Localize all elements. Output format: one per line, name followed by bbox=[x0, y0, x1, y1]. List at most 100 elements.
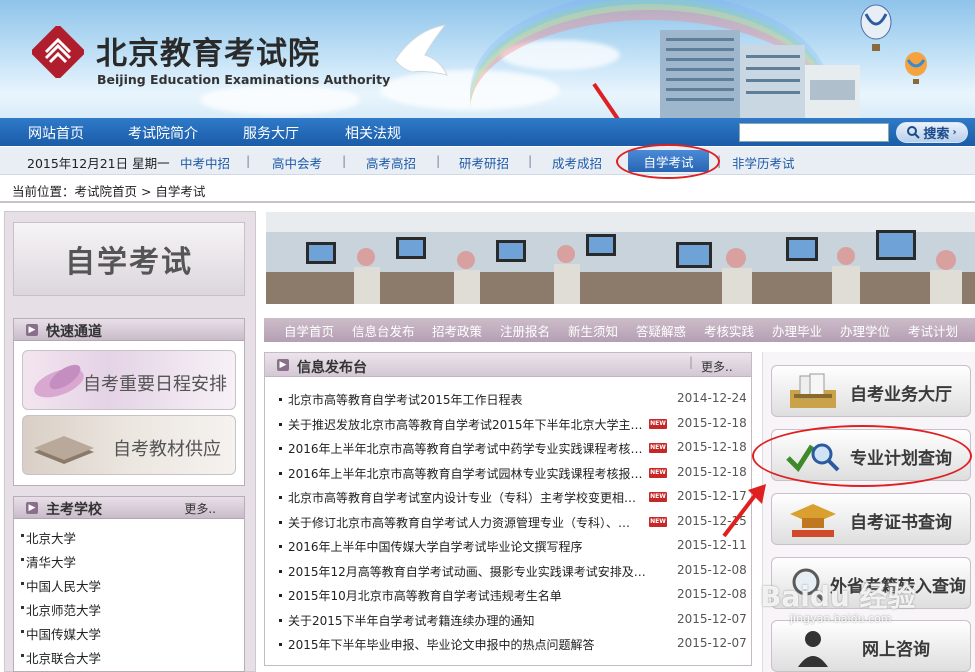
search-input[interactable] bbox=[739, 123, 889, 142]
chevron-right-icon: › bbox=[952, 127, 957, 138]
more-link[interactable]: 更多.. bbox=[184, 500, 216, 517]
news-title[interactable]: 2015年下半年毕业申报、毕业论文申报中的热点问题解答 bbox=[288, 636, 595, 653]
search-icon bbox=[907, 126, 921, 139]
baidu-watermark: Baidu 经验 bbox=[760, 580, 916, 613]
new-badge-icon: NEW bbox=[649, 492, 667, 502]
news-item[interactable]: 2015年10月北京市高等教育自学考试违规考生名单 2015-12-08 bbox=[279, 587, 749, 605]
news-title[interactable]: 2015年12月高等教育自学考试动画、摄影专业实践课考试安排及… bbox=[288, 563, 646, 580]
section-menu: 自学首页 信息台发布 招考政策 注册报名 新生须知 答疑解惑 考核实践 办理毕业… bbox=[264, 318, 975, 342]
bullet-icon bbox=[279, 398, 282, 401]
school-link[interactable]: 中国人民大学 bbox=[20, 576, 101, 595]
menu-item[interactable]: 办理毕业 bbox=[772, 321, 822, 340]
nav-item-about[interactable]: 考试院简介 bbox=[128, 123, 198, 143]
news-date: 2015-12-07 bbox=[677, 636, 747, 650]
school-link[interactable]: 北京联合大学 bbox=[20, 648, 101, 667]
menu-item[interactable]: 自学首页 bbox=[284, 321, 334, 340]
news-item[interactable]: 2016年上半年北京市高等教育自学考试中药学专业实践课程考核… NEW 2015-1… bbox=[279, 440, 749, 458]
panel-header: ▶ 主考学校 更多.. bbox=[14, 497, 244, 519]
tab-non-degree[interactable]: 非学历考试 bbox=[732, 153, 795, 172]
news-date: 2015-12-18 bbox=[677, 415, 747, 430]
news-item[interactable]: 2015年12月高等教育自学考试动画、摄影专业实践课考试安排及… 2015-12-… bbox=[279, 563, 749, 581]
nav-item-home[interactable]: 网站首页 bbox=[28, 123, 84, 143]
new-badge-icon: NEW bbox=[649, 516, 667, 527]
tab-chengkao[interactable]: 成考成招 bbox=[552, 153, 602, 172]
nav-item-regulations[interactable]: 相关法规 bbox=[345, 123, 401, 143]
site-title-en: Beijing Education Examinations Authority bbox=[97, 72, 391, 87]
menu-item[interactable]: 注册报名 bbox=[500, 321, 550, 340]
breadcrumb: 当前位置：考试院首页 > 自学考试 bbox=[12, 184, 206, 199]
bullet-icon bbox=[279, 422, 282, 426]
menu-item[interactable]: 答疑解惑 bbox=[636, 321, 686, 340]
current-date: 2015年12月21日 星期一 bbox=[27, 156, 170, 171]
watermark-url: jingyan.baidu.com bbox=[790, 612, 892, 625]
certificate-query-button[interactable]: 自考证书查询 bbox=[771, 493, 971, 545]
news-title[interactable]: 2016年上半年北京市高等教育自学考试中药学专业实践课程考核… bbox=[288, 440, 643, 457]
bullet-icon bbox=[279, 496, 282, 499]
bullet-icon bbox=[279, 618, 282, 622]
news-title[interactable]: 北京市高等教育自学考试2015年工作日程表 bbox=[288, 391, 523, 408]
news-date: 2015-12-08 bbox=[677, 587, 747, 601]
bullet-icon bbox=[279, 447, 282, 450]
menu-item[interactable]: 新生须知 bbox=[568, 321, 618, 340]
bullet-icon bbox=[279, 643, 282, 646]
news-title[interactable]: 2016年上半年北京市高等教育自学考试园林专业实践课程考核报… bbox=[288, 465, 643, 482]
news-title[interactable]: 2015年10月北京市高等教育自学考试违规考生名单 bbox=[288, 587, 562, 604]
building-icon bbox=[660, 30, 860, 118]
news-title[interactable]: 关于2015下半年自学考试考籍连续办理的通知 bbox=[288, 612, 535, 629]
quick-link-textbooks[interactable]: 自考教材供应 bbox=[22, 415, 236, 475]
new-badge-icon: NEW bbox=[649, 443, 667, 453]
nav-item-service-hall[interactable]: 服务大厅 bbox=[243, 123, 299, 143]
search-button[interactable]: 搜索 › bbox=[896, 122, 968, 143]
news-panel: ▶ 信息发布台 | 更多.. 北京市高等教育自学考试2015年工作日程表 2014… bbox=[264, 352, 752, 666]
online-consult-button[interactable]: 网上咨询 bbox=[771, 620, 971, 672]
school-link[interactable]: 北京大学 bbox=[20, 528, 76, 547]
school-link[interactable]: 清华大学 bbox=[20, 552, 76, 571]
news-item[interactable]: 2016年上半年北京市高等教育自学考试园林专业实践课程考核报… NEW 2015-1… bbox=[279, 465, 749, 483]
tab-zhongkao[interactable]: 中考中招 bbox=[180, 153, 230, 172]
tab-divider: | bbox=[528, 153, 533, 168]
news-item[interactable]: 2016年上半年中国传媒大学自学考试毕业论文撰写程序 2015-12-11 bbox=[279, 538, 749, 556]
school-link[interactable]: 中国传媒大学 bbox=[20, 624, 101, 643]
news-date: 2015-12-18 bbox=[677, 464, 747, 479]
dove-icon bbox=[394, 24, 448, 76]
book-icon bbox=[34, 436, 94, 464]
highlight-circle bbox=[616, 144, 720, 179]
news-date: 2015-12-07 bbox=[677, 611, 747, 626]
news-title[interactable]: 关于推迟发放北京市高等教育自学考试2015年下半年北京大学主… bbox=[288, 416, 643, 433]
service-label: 自考业务大厅 bbox=[850, 385, 952, 405]
tab-gaokao[interactable]: 高考高招 bbox=[366, 153, 416, 172]
bullet-icon bbox=[279, 471, 282, 475]
news-item[interactable]: 关于修订北京市高等教育自学考试人力资源管理专业（专科）、… NEW 2015-12-… bbox=[279, 514, 749, 532]
panel-header: ▶ 信息发布台 | 更多.. bbox=[265, 353, 751, 377]
arrow-bullet-icon: ▶ bbox=[26, 324, 38, 336]
more-link[interactable]: 更多.. bbox=[701, 358, 733, 375]
exam-room-photo bbox=[266, 212, 975, 304]
news-item[interactable]: 关于推迟发放北京市高等教育自学考试2015年下半年北京大学主… NEW 2015-1… bbox=[279, 416, 749, 434]
documents-icon bbox=[790, 373, 836, 408]
quick-link-schedule[interactable]: 自考重要日程安排 bbox=[22, 350, 236, 410]
news-item[interactable]: 关于2015下半年自学考试考籍连续办理的通知 2015-12-07 bbox=[279, 612, 749, 630]
news-title[interactable]: 关于修订北京市高等教育自学考试人力资源管理专业（专科）、… bbox=[288, 514, 630, 531]
self-study-service-hall-button[interactable]: 自考业务大厅 bbox=[771, 365, 971, 417]
school-link[interactable]: 北京师范大学 bbox=[20, 600, 101, 619]
hot-air-balloon-icon bbox=[860, 4, 892, 51]
tab-yankao[interactable]: 研考研招 bbox=[459, 153, 509, 172]
news-item[interactable]: 北京市高等教育自学考试室内设计专业（专科）主考学校变更相… NEW 2015-12-… bbox=[279, 489, 749, 507]
bullet-icon bbox=[279, 520, 282, 524]
menu-item[interactable]: 信息台发布 bbox=[352, 321, 415, 340]
news-title[interactable]: 2016年上半年中国传媒大学自学考试毕业论文撰写程序 bbox=[288, 538, 583, 555]
menu-item[interactable]: 考核实践 bbox=[704, 321, 754, 340]
news-item[interactable]: 2015年下半年毕业申报、毕业论文申报中的热点问题解答 2015-12-07 bbox=[279, 636, 749, 654]
tab-huikao[interactable]: 高中会考 bbox=[272, 153, 322, 172]
quick-link-label: 自考教材供应 bbox=[113, 439, 221, 460]
menu-item[interactable]: 招考政策 bbox=[432, 321, 482, 340]
quick-link-label: 自考重要日程安排 bbox=[83, 374, 227, 395]
section-title-box: 自学考试 bbox=[13, 222, 245, 296]
menu-item[interactable]: 考试计划 bbox=[908, 321, 958, 340]
divider bbox=[0, 201, 975, 203]
arrow-bullet-icon: ▶ bbox=[26, 502, 38, 514]
news-item[interactable]: 北京市高等教育自学考试2015年工作日程表 2014-12-24 bbox=[279, 391, 749, 409]
menu-item[interactable]: 办理学位 bbox=[840, 321, 890, 340]
news-title[interactable]: 北京市高等教育自学考试室内设计专业（专科）主考学校变更相… bbox=[288, 489, 636, 506]
exam-category-bar: 2015年12月21日 星期一 中考中招 | 高中会考 | 高考高招 | 研考研… bbox=[0, 147, 975, 175]
